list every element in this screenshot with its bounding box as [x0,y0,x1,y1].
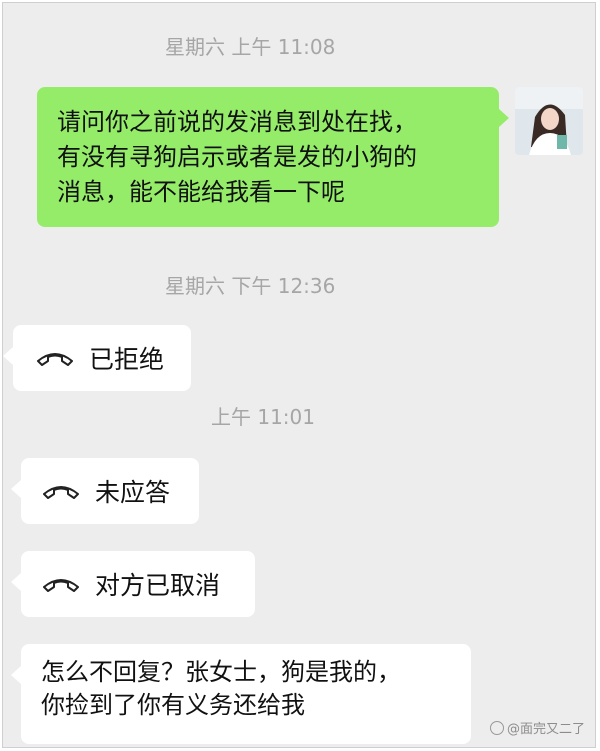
phone-hangup-icon [41,480,81,502]
watermark-text: @面完又二了 [506,722,585,737]
call-record-rejected[interactable]: 已拒绝 [3,325,191,391]
phone-hangup-icon [41,573,81,595]
call-status-label: 已拒绝 [89,345,165,374]
call-record-unanswered[interactable]: 未应答 [11,458,199,524]
timestamp: 上午 11:01 [211,405,315,429]
message-line: 请问你之前说的发消息到处在找， [57,108,417,136]
call-status-label: 未应答 [95,478,171,507]
watermark: @面完又二了 [489,718,585,737]
phone-hangup-icon [35,347,75,369]
timestamp: 星期六 上午 11:08 [165,35,336,59]
call-status-label: 对方已取消 [95,571,221,600]
message-line: 怎么不回复？张女士，狗是我的， [41,658,401,686]
watermark-logo-icon [489,720,504,735]
outgoing-message-bubble[interactable]: 请问你之前说的发消息到处在找， 有没有寻狗启示或者是发的小狗的 消息，能不能给我… [37,87,509,227]
message-line: 你捡到了你有义务还给我 [41,691,305,719]
chat-area: 星期六 上午 11:08 请问你之前说的发消息到处在找， 有没有寻狗启示或者是发… [2,2,596,748]
incoming-message-bubble[interactable]: 怎么不回复？张女士，狗是我的， 你捡到了你有义务还给我 [11,644,471,744]
message-line: 消息，能不能给我看一下呢 [57,178,345,206]
call-record-cancelled[interactable]: 对方已取消 [11,551,255,617]
avatar[interactable] [515,87,583,155]
timestamp: 星期六 下午 12:36 [165,274,336,298]
avatar-photo-icon [515,87,583,155]
message-line: 有没有寻狗启示或者是发的小狗的 [57,143,417,171]
